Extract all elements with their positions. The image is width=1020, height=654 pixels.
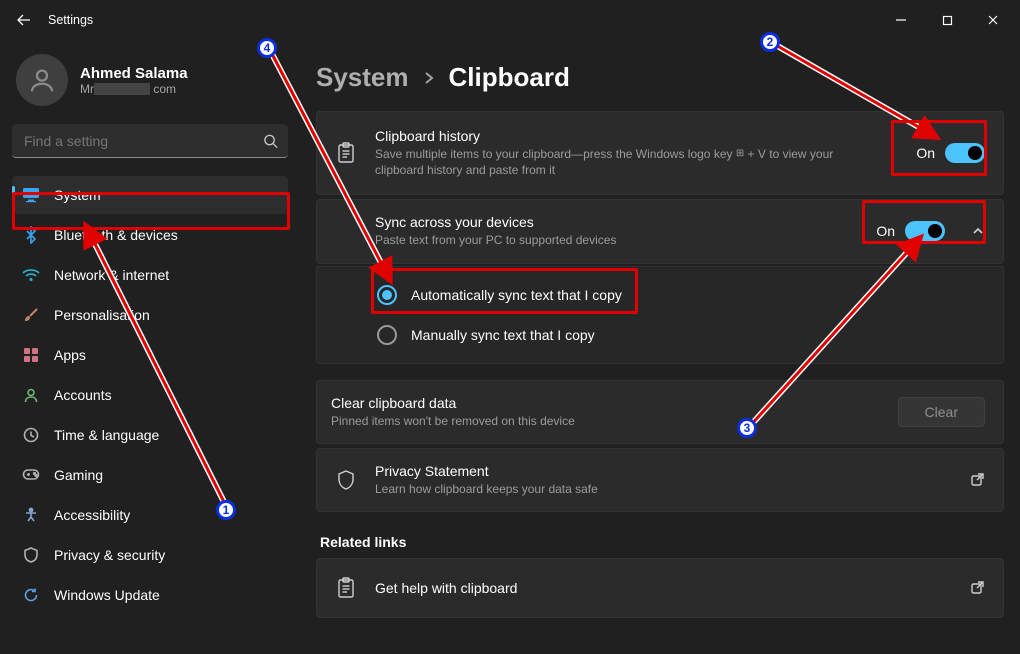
sync-option-manual[interactable]: Manually sync text that I copy [377,325,985,345]
breadcrumb: System Clipboard [316,62,1004,111]
privacy-title: Privacy Statement [375,463,952,479]
monitor-icon [22,187,40,203]
clipboard-icon [335,142,357,164]
maximize-button[interactable] [924,2,970,38]
window-title: Settings [48,13,93,27]
clipboard-history-title: Clipboard history [375,128,898,144]
sidebar-item-personalisation[interactable]: Personalisation [12,296,288,334]
sidebar-item-label: Bluetooth & devices [54,227,178,243]
help-card[interactable]: Get help with clipboard [316,558,1004,618]
main-content: System Clipboard Clipboard history Save … [300,40,1020,654]
sidebar-item-bluetooth-devices[interactable]: Bluetooth & devices [12,216,288,254]
sidebar-item-label: Accounts [54,387,112,403]
clipboard-history-card: Clipboard history Save multiple items to… [316,111,1004,195]
window-titlebar: Settings [0,0,1020,40]
clipboard-icon [335,577,357,599]
search-input[interactable] [12,124,288,158]
open-external-icon [970,580,985,595]
clock-icon [22,427,40,443]
sync-toggle-state: On [876,223,895,239]
sync-option-auto-label: Automatically sync text that I copy [411,287,622,303]
back-icon[interactable] [16,12,32,28]
sidebar-item-accessibility[interactable]: Accessibility [12,496,288,534]
clipboard-history-desc: Save multiple items to your clipboard—pr… [375,146,845,178]
sync-option-manual-label: Manually sync text that I copy [411,327,595,343]
sidebar-item-label: Network & internet [54,267,169,283]
chevron-up-icon [971,224,985,238]
clear-button[interactable]: Clear [898,397,985,427]
sidebar-item-label: Privacy & security [54,547,165,563]
nav-list: System Bluetooth & devices Network & inter… [12,176,288,614]
apps-icon [22,347,40,363]
sidebar-item-gaming[interactable]: Gaming [12,456,288,494]
sidebar-item-label: Accessibility [54,507,130,523]
sidebar-item-label: Apps [54,347,86,363]
brush-icon [22,307,40,323]
clipboard-history-toggle-state: On [916,145,935,161]
sidebar-item-label: Gaming [54,467,103,483]
sidebar-item-apps[interactable]: Apps [12,336,288,374]
clear-desc: Pinned items won't be removed on this de… [331,413,801,429]
profile-block[interactable]: Ahmed Salama Mrxxx com [12,48,288,124]
help-title: Get help with clipboard [375,580,952,596]
sidebar: Ahmed Salama Mrxxx com System Bluetooth &… [0,40,300,654]
sync-options-panel: Automatically sync text that I copy Manu… [316,266,1004,364]
sync-toggle[interactable] [905,221,945,241]
shield-icon [335,470,357,490]
accessibility-icon [22,507,40,523]
breadcrumb-current: Clipboard [449,62,570,93]
search-box[interactable] [12,124,288,158]
sidebar-item-system[interactable]: System [12,176,288,214]
profile-name: Ahmed Salama [80,65,188,82]
profile-email: Mrxxx com [80,82,188,96]
sidebar-item-windows-update[interactable]: Windows Update [12,576,288,614]
sidebar-item-network-internet[interactable]: Network & internet [12,256,288,294]
clear-card: Clear clipboard data Pinned items won't … [316,380,1004,444]
privacy-desc: Learn how clipboard keeps your data safe [375,481,845,497]
sidebar-item-label: Time & language [54,427,159,443]
search-icon [263,134,278,149]
wifi-icon [22,268,40,282]
sidebar-item-label: System [54,187,101,203]
sync-option-auto[interactable]: Automatically sync text that I copy [377,285,985,305]
sync-icon [22,587,40,603]
avatar [16,54,68,106]
breadcrumb-parent[interactable]: System [316,62,409,93]
sidebar-item-label: Personalisation [54,307,150,323]
sync-desc: Paste text from your PC to supported dev… [375,232,845,248]
minimize-button[interactable] [878,2,924,38]
sync-title: Sync across your devices [375,214,858,230]
open-external-icon [970,472,985,487]
sidebar-item-time-language[interactable]: Time & language [12,416,288,454]
radio-checked-icon[interactable] [377,285,397,305]
sync-card[interactable]: Sync across your devices Paste text from… [316,199,1004,263]
clipboard-history-toggle[interactable] [945,143,985,163]
gaming-icon [22,468,40,482]
shield-icon [22,547,40,563]
sidebar-item-privacy-security[interactable]: Privacy & security [12,536,288,574]
radio-unchecked-icon[interactable] [377,325,397,345]
related-links-heading: Related links [316,512,1004,558]
clear-title: Clear clipboard data [331,395,880,411]
privacy-card[interactable]: Privacy Statement Learn how clipboard ke… [316,448,1004,512]
chevron-right-icon [423,70,435,86]
close-button[interactable] [970,2,1016,38]
sidebar-item-label: Windows Update [54,587,160,603]
sidebar-item-accounts[interactable]: Accounts [12,376,288,414]
person-icon [22,387,40,403]
bluetooth-icon [22,226,40,244]
